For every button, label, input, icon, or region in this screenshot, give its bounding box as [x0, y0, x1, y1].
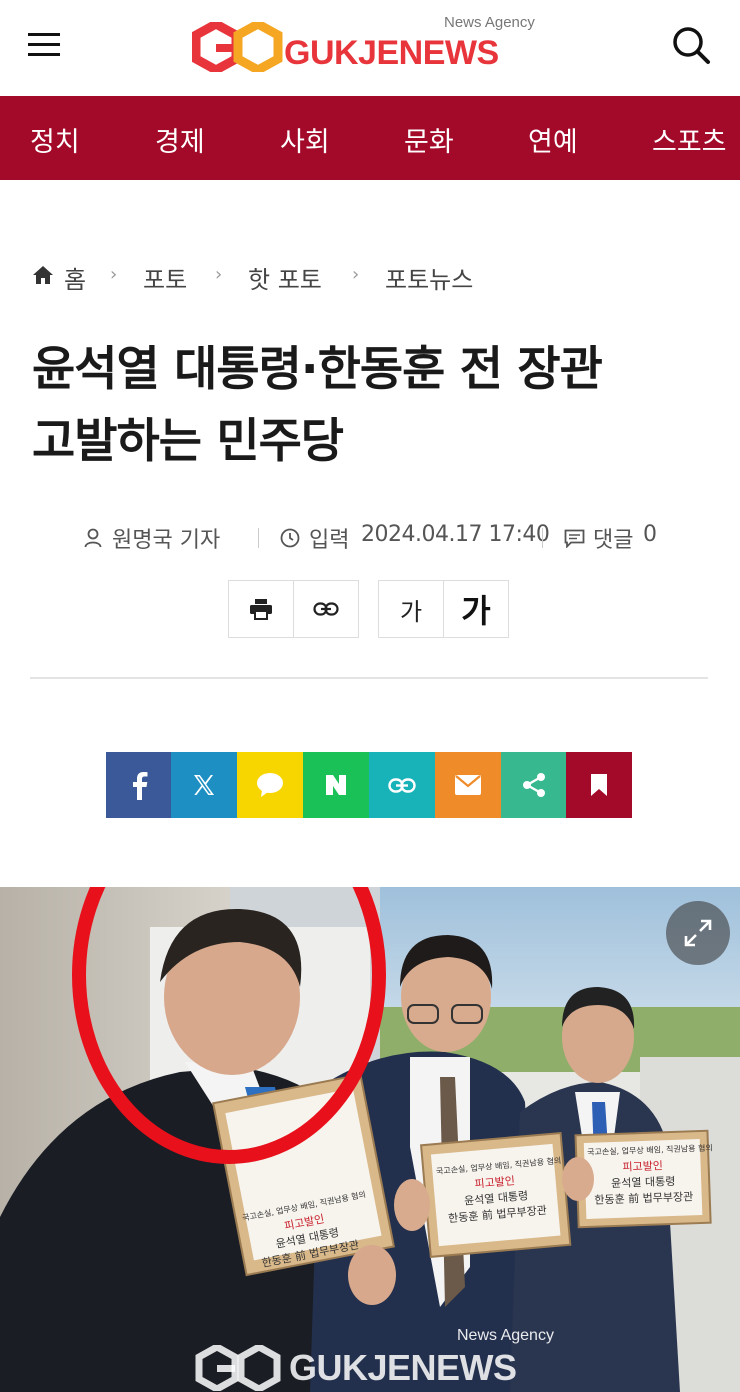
share-facebook-button[interactable] [106, 752, 172, 818]
watermark-text: GUKJENEWS [289, 1347, 517, 1388]
article-title: 윤석열 대통령·한동훈 전 장관 고발하는 민주당 [32, 334, 712, 478]
chevron-right-icon: › [215, 264, 223, 285]
breadcrumb-hot-photo[interactable]: 핫 포토 [248, 260, 322, 295]
logo-mark-icon [192, 22, 283, 72]
site-header: GUKJENEWS News Agency [0, 0, 740, 96]
main-nav: 정치 경제 사회 문화 연예 스포츠 [0, 96, 740, 180]
share-kakaotalk-button[interactable] [237, 752, 303, 818]
expand-photo-button[interactable] [666, 901, 730, 965]
breadcrumb-home[interactable]: 홈 [64, 260, 86, 295]
clock-icon [280, 528, 300, 548]
article-photo[interactable]: 국고손실, 업무상 배임, 직권남용 혐의 피고발인 윤석열 대통령 한동훈 前… [0, 887, 740, 1392]
link-icon [313, 602, 339, 616]
print-button[interactable] [228, 580, 294, 638]
nav-item-society[interactable]: 사회 [280, 120, 330, 159]
print-icon [250, 599, 272, 620]
copy-url-button[interactable] [293, 580, 359, 638]
font-size-increase-button[interactable]: 가 [443, 580, 509, 638]
article-title-line2: 고발하는 민주당 [32, 414, 344, 469]
comments-label[interactable]: 댓글 [593, 522, 633, 554]
author-name: 원명국 기자 [112, 528, 221, 553]
chevron-right-icon: › [352, 264, 360, 285]
input-label: 입력 [309, 528, 350, 553]
naver-icon [326, 775, 346, 795]
breadcrumb-photo-news[interactable]: 포토뉴스 [385, 260, 473, 295]
share-link-button[interactable] [369, 752, 435, 818]
watermark-tagline: News Agency [457, 1327, 554, 1344]
menu-icon[interactable] [26, 30, 62, 60]
x-twitter-icon [194, 775, 214, 795]
watermark-logo-icon [195, 1345, 281, 1391]
nav-item-politics[interactable]: 정치 [30, 120, 80, 159]
comment-icon [564, 529, 585, 548]
meta-divider [542, 528, 543, 548]
link-icon [388, 777, 416, 793]
logo-tagline: News Agency [444, 14, 535, 31]
divider [30, 677, 708, 679]
share-x-button[interactable] [171, 752, 237, 818]
article-title-line1: 윤석열 대통령·한동훈 전 장관 [32, 342, 603, 397]
nav-item-economy[interactable]: 경제 [155, 120, 205, 159]
home-icon [33, 266, 53, 284]
kakaotalk-icon [257, 773, 283, 797]
share-email-button[interactable] [435, 752, 501, 818]
logo-wordmark: GUKJENEWS [284, 34, 499, 72]
sign-text-middle: 국고손실, 업무상 배임, 직권남용 혐의 피고발인 윤석열 대통령 한동훈 前… [435, 1156, 562, 1226]
breadcrumb-photo[interactable]: 포토 [143, 260, 187, 295]
nav-item-culture[interactable]: 문화 [404, 120, 454, 159]
site-logo[interactable]: GUKJENEWS News Agency [192, 14, 552, 76]
email-icon [455, 775, 481, 795]
bookmark-button[interactable] [566, 752, 632, 818]
sign-text-right: 국고손실, 업무상 배임, 직권남용 혐의 피고발인 윤석열 대통령 한동훈 前… [587, 1143, 713, 1207]
comments-count: 0 [643, 522, 657, 547]
publish-date: 2024.04.17 17:40 [361, 522, 550, 547]
meta-divider [258, 528, 259, 548]
share-icon [523, 773, 545, 797]
chevron-right-icon: › [110, 264, 118, 285]
font-size-decrease-button[interactable]: 가 [378, 580, 444, 638]
photo-watermark: News Agency GUKJENEWS [195, 1307, 575, 1391]
expand-icon [684, 919, 712, 947]
search-icon[interactable] [670, 24, 712, 66]
share-naver-button[interactable] [303, 752, 369, 818]
bookmark-icon [591, 774, 607, 796]
article-meta: 원명국 기자 입력 2024.04.17 17:40 댓글 0 [0, 518, 740, 558]
nav-item-entertainment[interactable]: 연예 [528, 120, 578, 159]
nav-item-sports[interactable]: 스포츠 [652, 120, 727, 159]
share-more-button[interactable] [501, 752, 567, 818]
facebook-icon [133, 772, 148, 800]
person-icon [84, 528, 102, 548]
